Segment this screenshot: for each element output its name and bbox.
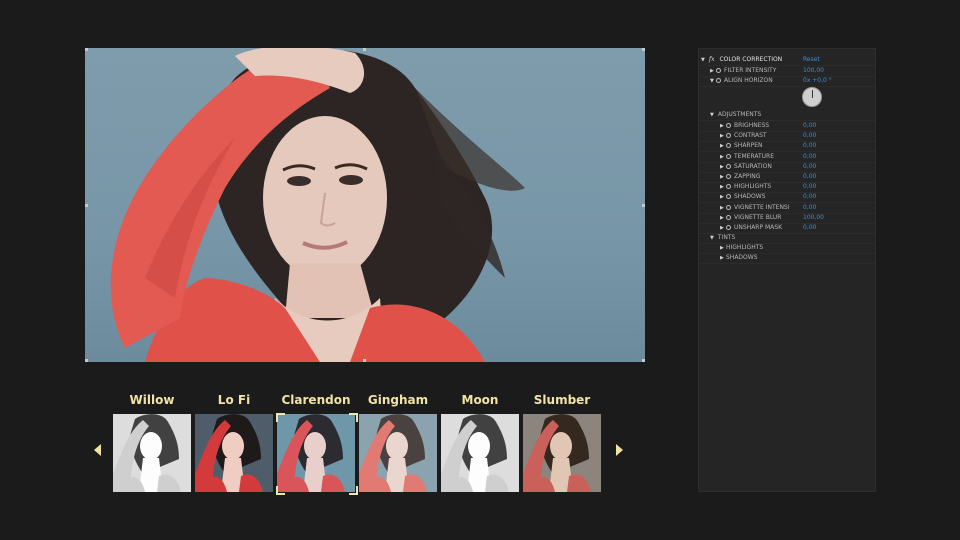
- filter-thumbnail[interactable]: [113, 414, 191, 492]
- stopwatch-icon[interactable]: [726, 163, 731, 169]
- triangle-right-icon[interactable]: ▶: [720, 192, 726, 202]
- param-value[interactable]: 0,00: [803, 152, 816, 162]
- param-label: VIGNETTE BLUR: [734, 213, 782, 221]
- reset-link[interactable]: Reset: [803, 55, 820, 65]
- effect-name: COLOR CORRECTION: [719, 56, 783, 63]
- group-label: TINTS: [717, 234, 736, 241]
- effect-header[interactable]: ▼ fx COLOR CORRECTION Reset: [699, 55, 875, 66]
- param-label: SHADOWS: [726, 254, 758, 262]
- portrait-image: [110, 48, 525, 362]
- filter-thumbnail[interactable]: [441, 414, 519, 492]
- param-label: VIGNETTE INTENSI: [734, 203, 790, 211]
- param-value[interactable]: 0,00: [803, 141, 816, 151]
- param-row[interactable]: ▶ UNSHARP MASK 0,00: [699, 223, 875, 234]
- group-label: ADJUSTMENTS: [717, 111, 762, 118]
- selection-corner: [276, 413, 285, 422]
- param-label: SHARPEN: [734, 142, 763, 150]
- triangle-right-icon[interactable]: ▶: [720, 131, 726, 141]
- param-label: BRIGHNESS: [734, 122, 770, 129]
- triangle-down-icon[interactable]: ▼: [710, 110, 716, 120]
- selection-corner: [276, 486, 285, 495]
- param-value[interactable]: 0,00: [803, 162, 816, 172]
- param-label: ZAPPING: [734, 173, 761, 180]
- filter-thumbnail[interactable]: [195, 414, 273, 492]
- filter-name[interactable]: Moon: [440, 393, 520, 407]
- stopwatch-icon[interactable]: [726, 153, 731, 159]
- effects-panel: ▼ fx COLOR CORRECTION Reset ▼ ADJUSTMENT…: [698, 48, 876, 492]
- triangle-down-icon[interactable]: ▼: [701, 55, 707, 65]
- selection-corner: [349, 413, 358, 422]
- photo-preview: [85, 48, 645, 362]
- chevron-right-icon[interactable]: [616, 444, 623, 456]
- stopwatch-icon[interactable]: [716, 78, 721, 83]
- stopwatch-icon[interactable]: [726, 214, 731, 220]
- triangle-down-icon[interactable]: ▼: [710, 233, 716, 243]
- param-value[interactable]: 0,00: [803, 203, 816, 213]
- stopwatch-icon[interactable]: [726, 194, 731, 200]
- stopwatch-icon[interactable]: [726, 184, 731, 190]
- param-label: CONTRAST: [734, 132, 767, 140]
- filter-thumbnail[interactable]: [523, 414, 601, 492]
- param-label: HIGHLIGHTS: [734, 183, 772, 191]
- param-value[interactable]: 100,00: [803, 213, 824, 223]
- chevron-left-icon[interactable]: [94, 444, 101, 456]
- triangle-right-icon[interactable]: ▶: [720, 141, 726, 151]
- stopwatch-icon[interactable]: [726, 174, 731, 179]
- selection-corner: [349, 486, 358, 495]
- param-value[interactable]: 0,00: [803, 131, 816, 141]
- stopwatch-icon[interactable]: [726, 133, 731, 139]
- adjustments-group[interactable]: ▼ ADJUSTMENTS: [699, 110, 875, 121]
- param-value[interactable]: 0,00: [803, 172, 816, 182]
- param-label: UNSHARP MASK: [734, 224, 783, 231]
- filter-thumbnail[interactable]: [277, 414, 355, 492]
- align-horizon-dial[interactable]: [802, 87, 822, 107]
- stopwatch-icon[interactable]: [726, 204, 731, 210]
- param-label: TEMERATURE: [734, 152, 775, 160]
- stopwatch-icon[interactable]: [726, 123, 731, 128]
- param-row[interactable]: ▶ SHADOWS: [699, 253, 875, 265]
- triangle-right-icon[interactable]: ▶: [720, 182, 726, 192]
- param-value[interactable]: 0,00: [803, 192, 816, 202]
- param-value[interactable]: 0x +0,0 °: [803, 76, 832, 86]
- stopwatch-icon[interactable]: [716, 68, 721, 73]
- filter-name[interactable]: Slumber: [522, 393, 602, 407]
- param-value[interactable]: 0,00: [803, 121, 816, 131]
- param-value[interactable]: 0,00: [803, 182, 816, 192]
- filter-name[interactable]: Gingham: [358, 393, 438, 407]
- filter-name[interactable]: Lo Fi: [194, 393, 274, 407]
- param-label: SATURATION: [734, 162, 772, 170]
- param-label: SHADOWS: [734, 193, 766, 201]
- stopwatch-icon[interactable]: [726, 143, 731, 149]
- stopwatch-icon[interactable]: [726, 225, 731, 230]
- param-value[interactable]: 0,00: [803, 223, 816, 233]
- filter-name[interactable]: Willow: [112, 393, 192, 407]
- filter-name[interactable]: Clarendon: [276, 393, 356, 407]
- param-value[interactable]: 100,00: [803, 66, 824, 76]
- param-row[interactable]: ▼ ALIGN HORIZON 0x +0,0 °: [699, 76, 875, 87]
- param-label: ALIGN HORIZON: [724, 77, 773, 84]
- filter-thumbnail[interactable]: [359, 414, 437, 492]
- param-label: HIGHLIGHTS: [726, 244, 764, 251]
- fx-icon: fx: [708, 56, 715, 63]
- param-label: FILTER INTENSITY: [724, 67, 777, 74]
